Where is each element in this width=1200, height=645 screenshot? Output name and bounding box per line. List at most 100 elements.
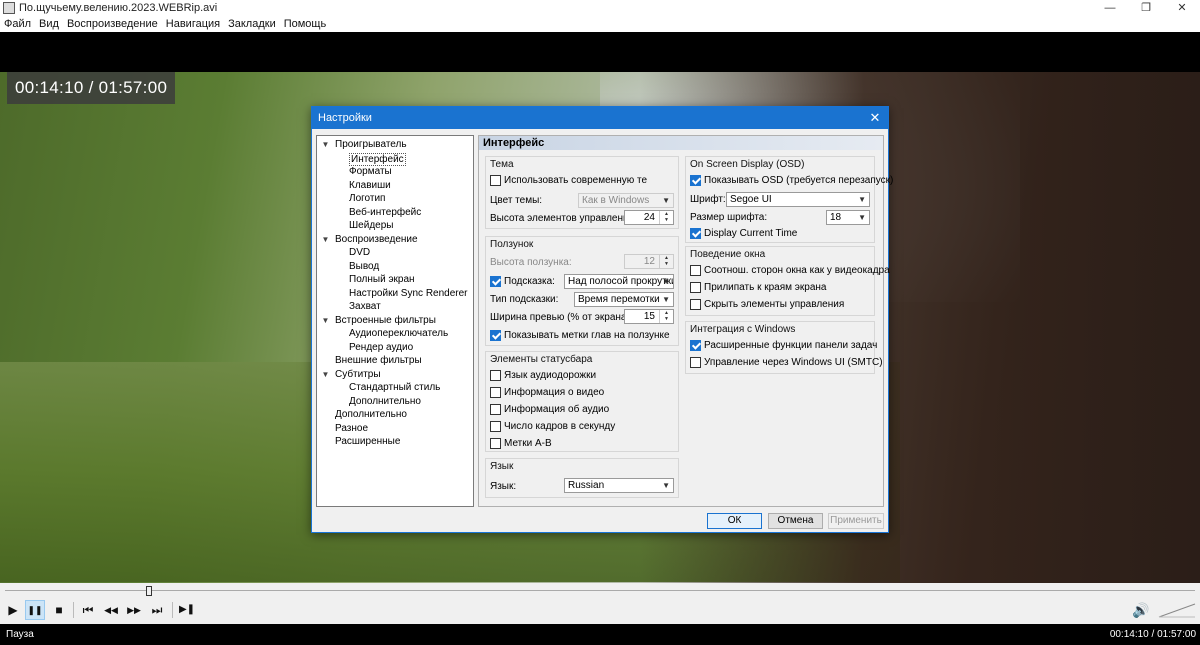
tree-item[interactable]: Внешние фильтры (317, 354, 473, 368)
checkbox-box[interactable] (690, 282, 701, 293)
tree-item[interactable]: Захват (317, 300, 473, 314)
checkbox-box[interactable] (690, 357, 701, 368)
tree-item[interactable]: Настройки Sync Renderer (317, 287, 473, 301)
expand-toggle-icon[interactable]: ▼ (321, 233, 330, 247)
tree-item[interactable]: Разное (317, 422, 473, 436)
tree-item[interactable]: Форматы (317, 165, 473, 179)
maximize-icon[interactable]: ❐ (1128, 0, 1164, 16)
checkbox-box[interactable] (690, 265, 701, 276)
tree-item[interactable]: DVD (317, 246, 473, 260)
menu-navigation[interactable]: Навигация (166, 18, 220, 30)
ab-marks-checkbox[interactable]: Метки A-B (490, 438, 552, 449)
tree-item[interactable]: Интерфейс (317, 152, 473, 166)
tree-item[interactable]: ▼ Субтитры (317, 368, 473, 382)
checkbox-box[interactable] (490, 276, 501, 287)
tree-item[interactable]: ▼ Проигрыватель (317, 138, 473, 152)
tree-item[interactable]: Дополнительно (317, 395, 473, 409)
tree-item[interactable]: Шейдеры (317, 219, 473, 233)
expand-toggle-icon[interactable]: ▼ (321, 138, 330, 152)
statusbar-group-title: Элементы статусбара (490, 354, 593, 365)
menu-view[interactable]: Вид (39, 18, 59, 30)
close-icon[interactable]: ✕ (1164, 0, 1200, 16)
video-info-checkbox[interactable]: Информация о видео (490, 387, 604, 398)
spinner-arrows-icon[interactable]: ▲ ▼ (659, 211, 673, 224)
seek-thumb[interactable] (145, 586, 152, 596)
dialog-close-icon[interactable]: ✕ (866, 109, 884, 127)
tree-item[interactable]: Клавиши (317, 179, 473, 193)
osd-font-size-label: Размер шрифта: (690, 212, 768, 223)
minimize-icon[interactable]: — (1092, 0, 1128, 16)
checkbox-box[interactable] (490, 438, 501, 449)
fps-checkbox[interactable]: Число кадров в секунду (490, 421, 615, 432)
play-button[interactable]: ▶ (3, 600, 23, 620)
tree-item[interactable]: Вывод (317, 260, 473, 274)
theme-color-select[interactable]: Как в Windows ▼ (578, 193, 674, 208)
preview-width-spinner[interactable]: 15 ▲ ▼ (624, 309, 674, 324)
checkbox-box[interactable] (490, 175, 501, 186)
spinner-arrows-icon[interactable]: ▲ ▼ (659, 255, 673, 268)
audio-track-checkbox[interactable]: Язык аудиодорожки (490, 370, 596, 381)
seek-height-spinner[interactable]: 12 ▲ ▼ (624, 254, 674, 269)
window-behavior-group: Поведение окна Соотнош. сторон окна как … (685, 246, 890, 316)
checkbox-box[interactable] (690, 340, 701, 351)
expand-toggle-icon[interactable]: ▼ (321, 368, 330, 382)
menu-playback[interactable]: Воспроизведение (67, 18, 158, 30)
snap-edges-checkbox[interactable]: Прилипать к краям экрана (690, 282, 827, 293)
language-select[interactable]: Russian ▼ (564, 478, 674, 493)
volume-slider[interactable] (1158, 602, 1196, 618)
hide-controls-checkbox[interactable]: Скрыть элементы управления (690, 299, 844, 310)
display-current-time-checkbox[interactable]: Display Current Time (690, 228, 797, 239)
smtc-checkbox[interactable]: Управление через Windows UI (SMTC) (690, 357, 883, 368)
tree-item[interactable]: Дополнительно (317, 408, 473, 422)
tooltip-position-select[interactable]: Над полосой прокрутки ▼ (564, 274, 674, 289)
tooltip-checkbox[interactable]: Подсказка: (490, 276, 555, 287)
forward-button[interactable]: ▶▶ (124, 600, 144, 620)
tree-item[interactable]: Логотип (317, 192, 473, 206)
checkbox-box[interactable] (490, 387, 501, 398)
seek-bar[interactable] (0, 583, 1200, 597)
checkbox-box[interactable] (490, 330, 501, 341)
tree-item[interactable]: Веб-интерфейс (317, 206, 473, 220)
osd-font-size-select[interactable]: 18 ▼ (826, 210, 870, 225)
show-osd-checkbox[interactable]: Показывать OSD (требуется перезапуск) (690, 175, 893, 186)
apply-button[interactable]: Применить (828, 513, 884, 529)
cancel-button[interactable]: Отмена (768, 513, 823, 529)
checkbox-box[interactable] (690, 175, 701, 186)
spinner-arrows-icon[interactable]: ▲ ▼ (659, 310, 673, 323)
tree-item[interactable]: Полный экран (317, 273, 473, 287)
checkbox-box[interactable] (690, 299, 701, 310)
checkbox-box[interactable] (690, 228, 701, 239)
checkbox-box[interactable] (490, 404, 501, 415)
volume-icon[interactable]: 🔊 (1130, 600, 1152, 620)
tooltip-type-select[interactable]: Время перемотки ▼ (574, 292, 674, 307)
previous-button[interactable]: ⏮ (78, 600, 98, 620)
use-modern-theme-checkbox[interactable]: Использовать современную те (490, 175, 647, 186)
tree-item[interactable]: Расширенные (317, 435, 473, 449)
next-button[interactable]: ⏭ (147, 600, 167, 620)
expand-toggle-icon[interactable]: ▼ (321, 314, 330, 328)
rewind-button[interactable]: ◀◀ (101, 600, 121, 620)
dialog-title: Настройки (318, 112, 372, 124)
seek-track[interactable] (5, 590, 1195, 591)
ok-button[interactable]: ОК (707, 513, 762, 529)
tree-item[interactable]: Рендер аудио (317, 341, 473, 355)
taskbar-features-checkbox[interactable]: Расширенные функции панели задач (690, 340, 877, 351)
tree-item[interactable]: ▼ Воспроизведение (317, 233, 473, 247)
tree-item[interactable]: Аудиопереключатель (317, 327, 473, 341)
audio-info-checkbox[interactable]: Информация об аудио (490, 404, 609, 415)
menu-help[interactable]: Помощь (284, 18, 327, 30)
menu-bookmarks[interactable]: Закладки (228, 18, 276, 30)
pause-button[interactable]: ❚❚ (25, 600, 45, 620)
controls-height-spinner[interactable]: 24 ▲ ▼ (624, 210, 674, 225)
checkbox-box[interactable] (490, 370, 501, 381)
checkbox-box[interactable] (490, 421, 501, 432)
tree-item[interactable]: Стандартный стиль (317, 381, 473, 395)
osd-font-select[interactable]: Segoe UI ▼ (726, 192, 870, 207)
frame-step-button[interactable]: ▶❚ (177, 600, 197, 620)
chapter-marks-checkbox[interactable]: Показывать метки глав на ползунке (490, 330, 670, 341)
tree-item[interactable]: ▼ Встроенные фильтры (317, 314, 473, 328)
aspect-ratio-checkbox[interactable]: Соотнош. сторон окна как у видеокадра (690, 265, 890, 276)
stop-button[interactable]: ■ (49, 600, 69, 620)
tree-item-label: Рендер аудио (349, 341, 414, 353)
menu-file[interactable]: Файл (4, 18, 31, 30)
